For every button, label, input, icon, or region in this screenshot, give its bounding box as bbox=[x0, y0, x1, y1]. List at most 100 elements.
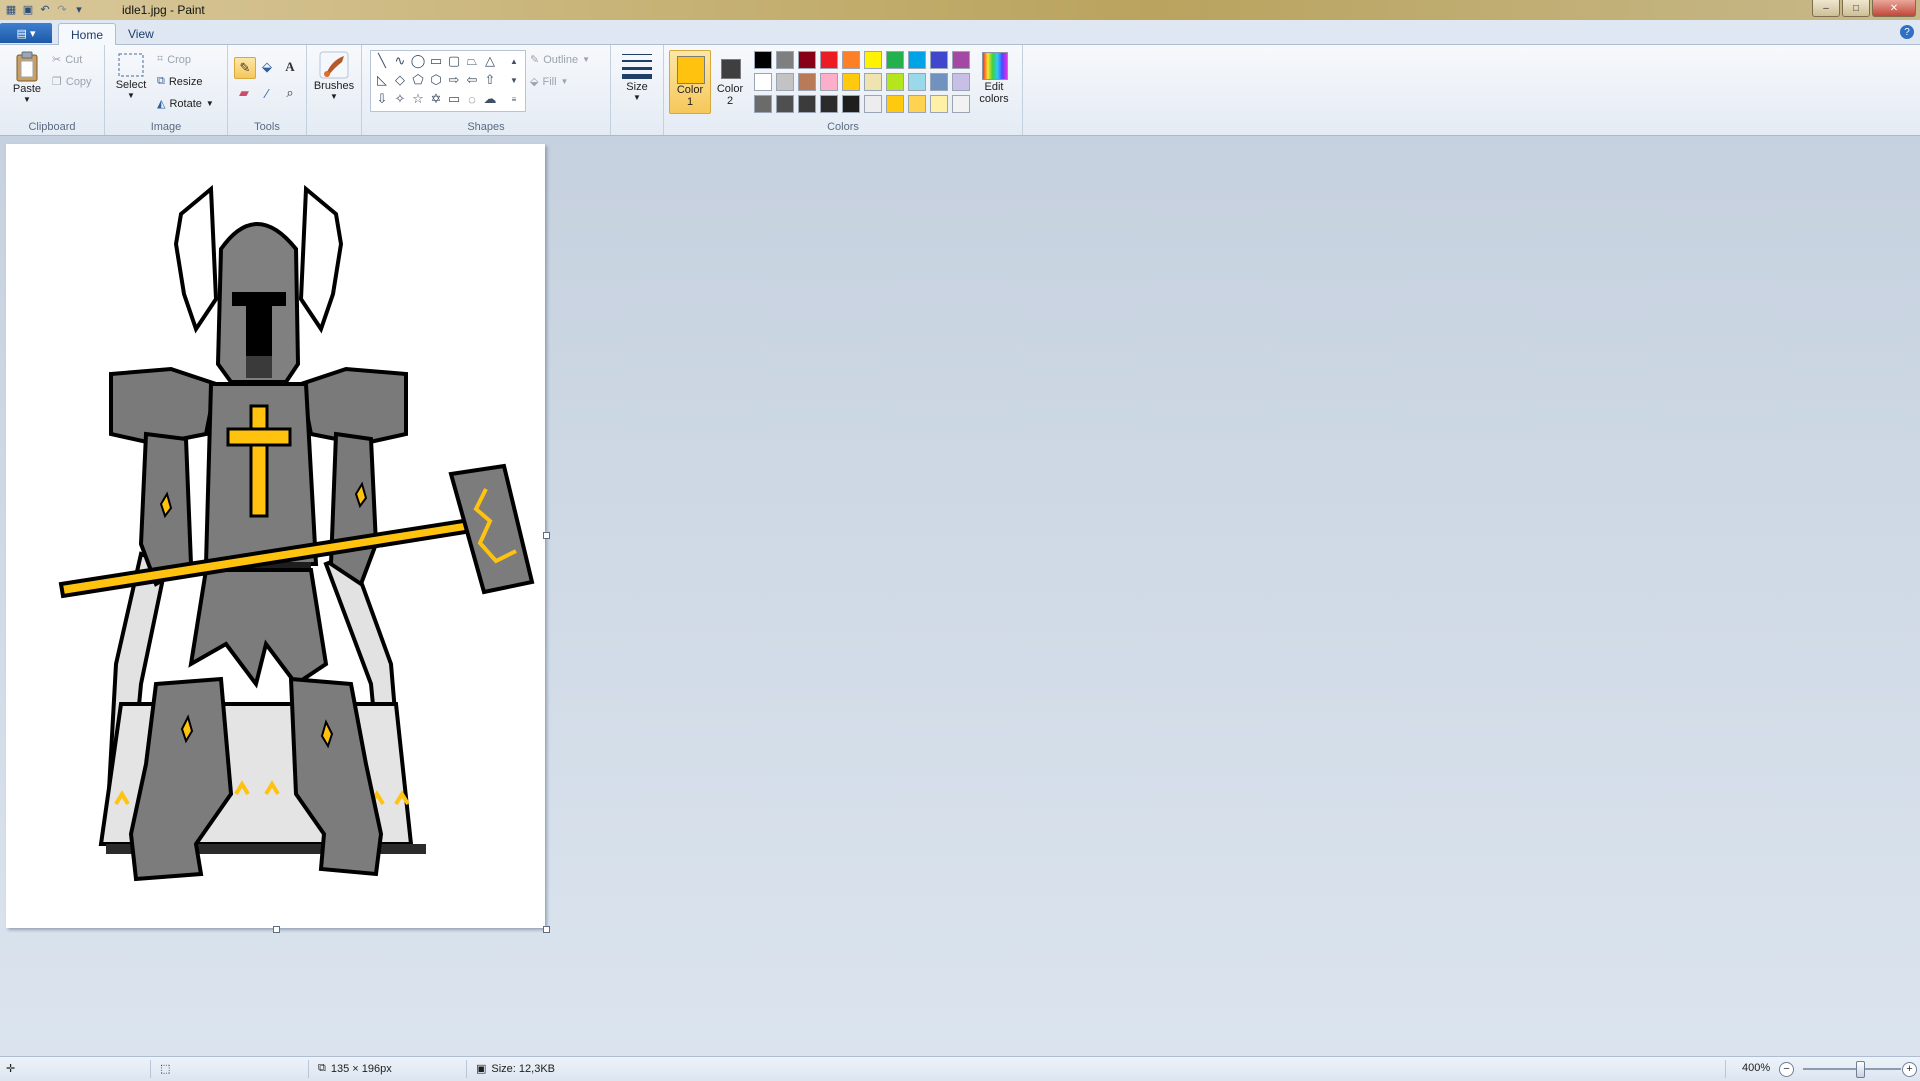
customize-qat-icon[interactable]: ▾ bbox=[72, 2, 86, 16]
palette-swatch[interactable] bbox=[952, 95, 970, 113]
canvas-workspace[interactable] bbox=[0, 136, 1920, 1056]
palette-swatch[interactable] bbox=[952, 73, 970, 91]
right-arrow-shape-icon[interactable]: ⇨ bbox=[445, 71, 463, 89]
rounded-callout-shape-icon[interactable]: ▭ bbox=[445, 90, 463, 108]
drawing-canvas[interactable] bbox=[6, 144, 545, 928]
palette-swatch[interactable] bbox=[754, 51, 772, 69]
maximize-button[interactable]: □ bbox=[1842, 0, 1870, 17]
minimize-button[interactable]: – bbox=[1812, 0, 1840, 17]
magnifier-tool[interactable]: ⌕ bbox=[280, 83, 300, 103]
close-button[interactable]: ✕ bbox=[1872, 0, 1916, 17]
pentagon-shape-icon[interactable]: ⬠ bbox=[409, 71, 427, 89]
status-divider bbox=[308, 1060, 309, 1078]
color-picker-tool[interactable]: ⁄ bbox=[257, 83, 277, 103]
palette-swatch[interactable] bbox=[842, 51, 860, 69]
polygon-shape-icon[interactable]: ⏢ bbox=[463, 52, 481, 70]
help-icon[interactable]: ? bbox=[1900, 25, 1914, 39]
palette-swatch[interactable] bbox=[952, 51, 970, 69]
paint-menu-button[interactable]: ▤ ▾ bbox=[0, 23, 52, 43]
curve-shape-icon[interactable]: ∿ bbox=[391, 52, 409, 70]
brushes-button[interactable]: Brushes ▼ bbox=[313, 50, 355, 101]
pencil-tool[interactable]: ✎ bbox=[234, 57, 256, 79]
paste-button[interactable]: Paste ▼ bbox=[8, 51, 46, 104]
edit-colors-button[interactable]: Edit colors bbox=[974, 50, 1014, 112]
palette-swatch[interactable] bbox=[820, 95, 838, 113]
palette-swatch[interactable] bbox=[908, 95, 926, 113]
outline-icon: ✎ bbox=[530, 54, 540, 66]
resize-handle-right[interactable] bbox=[543, 532, 550, 539]
oval-shape-icon[interactable]: ◯ bbox=[409, 52, 427, 70]
palette-swatch[interactable] bbox=[908, 51, 926, 69]
tab-home[interactable]: Home bbox=[58, 23, 117, 45]
cloud-callout-shape-icon[interactable]: ☁ bbox=[481, 90, 499, 108]
save-icon[interactable]: ▣ bbox=[21, 2, 35, 16]
palette-swatch[interactable] bbox=[820, 51, 838, 69]
palette-swatch[interactable] bbox=[886, 73, 904, 91]
text-tool[interactable]: A bbox=[280, 57, 300, 77]
rotate-button[interactable]: ◭ Rotate ▼ bbox=[157, 97, 214, 111]
palette-swatch[interactable] bbox=[930, 73, 948, 91]
cursor-position: ✛ bbox=[6, 1062, 15, 1075]
right-triangle-shape-icon[interactable]: ◺ bbox=[373, 71, 391, 89]
palette-swatch[interactable] bbox=[930, 95, 948, 113]
shapes-expand-icon[interactable]: ≡ bbox=[505, 90, 523, 108]
hexagon-shape-icon[interactable]: ⬡ bbox=[427, 71, 445, 89]
color2-button[interactable]: Color 2 bbox=[711, 50, 749, 112]
oval-callout-shape-icon[interactable]: ◌ bbox=[463, 90, 481, 108]
rectangle-shape-icon[interactable]: ▭ bbox=[427, 52, 445, 70]
copy-button[interactable]: ❐ Copy bbox=[52, 75, 92, 89]
four-point-star-shape-icon[interactable]: ✧ bbox=[391, 90, 409, 108]
palette-swatch[interactable] bbox=[908, 73, 926, 91]
fill-tool[interactable]: ⬙ bbox=[257, 57, 277, 77]
down-arrow-shape-icon[interactable]: ⇩ bbox=[373, 90, 391, 108]
resize-handle-bottom[interactable] bbox=[273, 926, 280, 933]
palette-swatch[interactable] bbox=[842, 73, 860, 91]
resize-button[interactable]: ⧉ Resize bbox=[157, 75, 202, 88]
fill-button[interactable]: ⬙ Fill ▼ bbox=[530, 75, 568, 89]
color1-button[interactable]: Color 1 bbox=[669, 50, 711, 114]
zoom-slider-track[interactable] bbox=[1803, 1068, 1901, 1070]
palette-swatch[interactable] bbox=[776, 73, 794, 91]
undo-icon[interactable]: ↶ bbox=[38, 2, 52, 16]
tab-view[interactable]: View bbox=[116, 23, 166, 44]
size-button[interactable]: Size ▼ bbox=[617, 51, 657, 102]
chevron-down-icon: ▼ bbox=[23, 95, 31, 104]
palette-swatch[interactable] bbox=[798, 51, 816, 69]
palette-swatch[interactable] bbox=[930, 51, 948, 69]
palette-swatch[interactable] bbox=[864, 95, 882, 113]
redo-icon[interactable]: ↷ bbox=[55, 2, 69, 16]
palette-swatch[interactable] bbox=[820, 73, 838, 91]
crop-button[interactable]: ⌗ Crop bbox=[157, 53, 191, 66]
palette-swatch[interactable] bbox=[798, 73, 816, 91]
palette-swatch[interactable] bbox=[842, 95, 860, 113]
zoom-in-button[interactable]: + bbox=[1902, 1062, 1917, 1077]
resize-handle-corner[interactable] bbox=[543, 926, 550, 933]
palette-swatch[interactable] bbox=[776, 51, 794, 69]
palette-swatch[interactable] bbox=[886, 51, 904, 69]
select-button[interactable]: Select ▼ bbox=[113, 51, 149, 100]
scroll-up-icon[interactable]: ▲ bbox=[505, 52, 523, 70]
diamond-shape-icon[interactable]: ◇ bbox=[391, 71, 409, 89]
triangle-shape-icon[interactable]: △ bbox=[481, 52, 499, 70]
palette-swatch[interactable] bbox=[886, 95, 904, 113]
palette-swatch[interactable] bbox=[754, 95, 772, 113]
five-point-star-shape-icon[interactable]: ☆ bbox=[409, 90, 427, 108]
rotate-label: Rotate bbox=[169, 97, 202, 110]
six-point-star-shape-icon[interactable]: ✡ bbox=[427, 90, 445, 108]
left-arrow-shape-icon[interactable]: ⇦ bbox=[463, 71, 481, 89]
palette-swatch[interactable] bbox=[776, 95, 794, 113]
rounded-rectangle-shape-icon[interactable]: ▢ bbox=[445, 52, 463, 70]
zoom-out-button[interactable]: − bbox=[1779, 1062, 1794, 1077]
outline-button[interactable]: ✎ Outline ▼ bbox=[530, 53, 590, 67]
line-shape-icon[interactable]: ╲ bbox=[373, 52, 391, 70]
palette-swatch[interactable] bbox=[754, 73, 772, 91]
cut-button[interactable]: ✂ Cut bbox=[52, 53, 82, 67]
paint-app-icon[interactable]: ▦ bbox=[4, 2, 18, 16]
up-arrow-shape-icon[interactable]: ⇧ bbox=[481, 71, 499, 89]
eraser-tool[interactable]: ▰ bbox=[234, 83, 254, 103]
palette-swatch[interactable] bbox=[864, 73, 882, 91]
palette-swatch[interactable] bbox=[798, 95, 816, 113]
zoom-slider-thumb[interactable] bbox=[1856, 1061, 1865, 1078]
scroll-down-icon[interactable]: ▼ bbox=[505, 71, 523, 89]
palette-swatch[interactable] bbox=[864, 51, 882, 69]
